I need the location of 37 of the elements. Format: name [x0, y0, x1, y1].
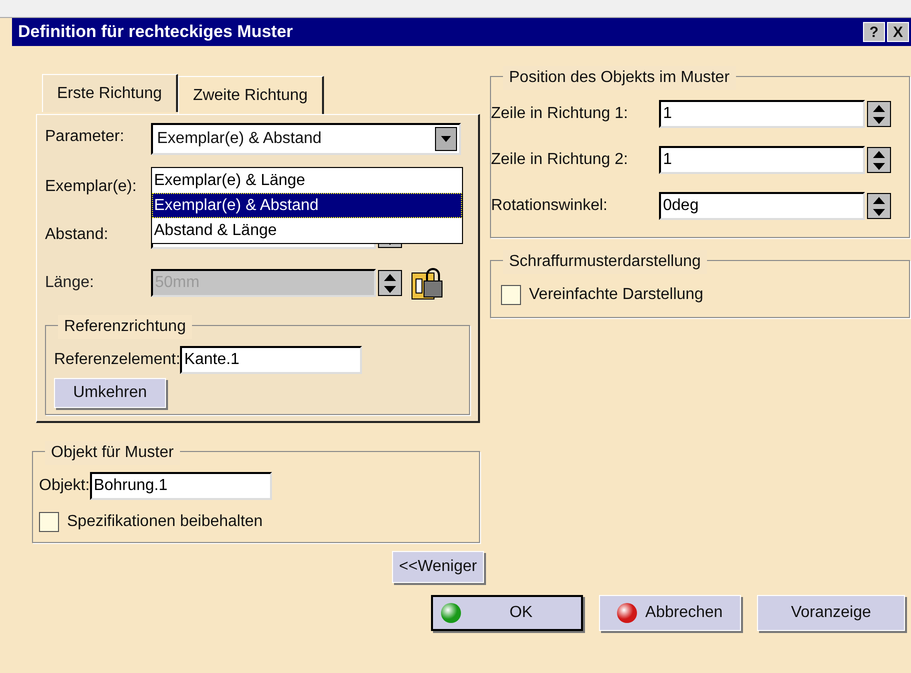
spinner-buttons[interactable] — [867, 101, 891, 127]
spinner-buttons[interactable] — [867, 147, 891, 173]
window-title: Definition für rechteckiges Muster — [18, 21, 293, 44]
field-label: Abstand: — [45, 225, 110, 245]
dialog-button[interactable]: OK — [431, 595, 583, 631]
reverse-button[interactable]: Umkehren — [54, 378, 166, 408]
dropdown-option[interactable]: Exemplar(e) & Abstand — [152, 193, 462, 218]
dropdown-value: Exemplar(e) & Abstand — [157, 129, 322, 149]
input-field[interactable]: 0deg — [659, 192, 865, 220]
input-field[interactable]: Bohrung.1 — [90, 472, 272, 500]
field-label: Objekt: — [39, 476, 90, 496]
input-field[interactable]: 1 — [659, 146, 865, 174]
dialog-button[interactable]: Voranzeige — [757, 595, 905, 631]
field-label: Rotationswinkel: — [491, 196, 608, 216]
dialog-button[interactable]: Abbrechen — [599, 595, 741, 631]
field-label: Referenzelement: — [54, 350, 180, 370]
tab[interactable]: Erste Richtung — [42, 74, 178, 112]
dropdown[interactable]: Exemplar(e) & Abstand — [151, 123, 461, 155]
checkbox[interactable] — [501, 285, 521, 305]
lock-icon[interactable] — [410, 265, 444, 301]
group-title: Referenzrichtung — [58, 315, 192, 339]
less-button[interactable]: <<Weniger — [392, 551, 484, 583]
input-field[interactable]: Kante.1 — [180, 346, 362, 374]
checkbox-label: Spezifikationen beibehalten — [67, 512, 263, 532]
field-label: Zeile in Richtung 1: — [491, 104, 629, 124]
checkbox-label: Vereinfachte Darstellung — [529, 285, 704, 305]
checkbox[interactable] — [39, 512, 59, 532]
help-button[interactable]: ? — [863, 22, 885, 42]
field-label: Exemplar(e): — [45, 177, 138, 197]
tab[interactable]: Zweite Richtung — [178, 76, 324, 114]
spinner-buttons[interactable] — [378, 270, 402, 296]
close-button[interactable]: X — [887, 22, 909, 42]
input-field[interactable]: 1 — [659, 100, 865, 128]
field-label: Länge: — [45, 273, 95, 293]
field-label: Zeile in Richtung 2: — [491, 150, 629, 170]
field-label: Parameter: — [45, 127, 126, 147]
spinner-buttons[interactable] — [867, 193, 891, 219]
